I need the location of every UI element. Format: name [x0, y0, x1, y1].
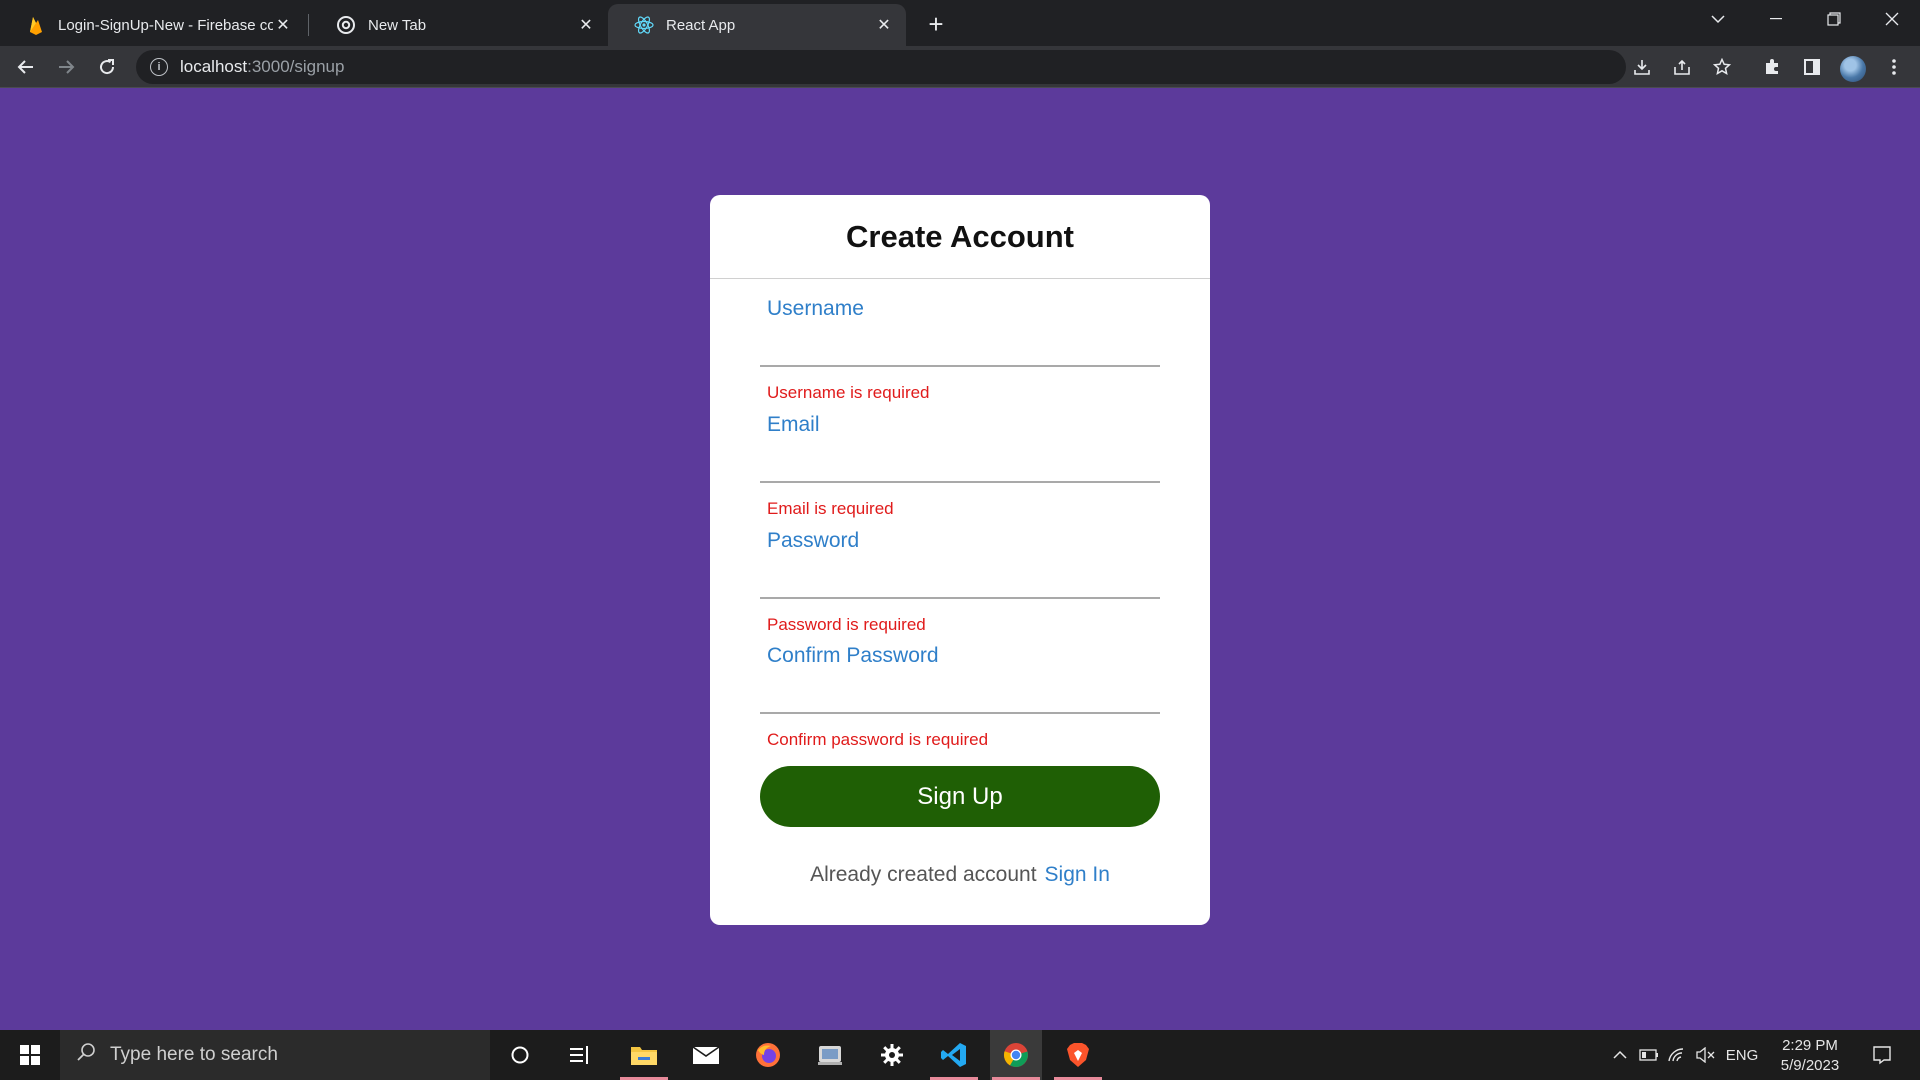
volume-muted-icon[interactable]	[1692, 1030, 1718, 1080]
battery-icon[interactable]	[1636, 1030, 1662, 1080]
search-icon	[76, 1042, 96, 1068]
action-center-icon[interactable]	[1862, 1030, 1902, 1080]
new-tab-button[interactable]: +	[920, 8, 952, 40]
taskbar-search-box[interactable]: Type here to search	[60, 1030, 490, 1080]
task-view-icon[interactable]	[554, 1030, 606, 1080]
already-account-text: Already created account	[810, 863, 1037, 886]
profile-avatar[interactable]	[1840, 56, 1866, 82]
close-tab-icon[interactable]: ✕	[576, 15, 596, 35]
tab-title: Login-SignUp-New - Firebase co	[58, 16, 273, 34]
search-placeholder: Type here to search	[110, 1044, 278, 1065]
tab-firebase[interactable]: Login-SignUp-New - Firebase co ✕	[0, 4, 305, 46]
username-input[interactable]	[760, 323, 1160, 367]
install-app-icon[interactable]	[1626, 51, 1658, 83]
language-indicator[interactable]: ENG	[1722, 1030, 1762, 1080]
brave-icon[interactable]	[1052, 1030, 1104, 1080]
windows-start-icon[interactable]	[0, 1030, 60, 1080]
password-label: Password	[767, 529, 860, 552]
cortana-icon[interactable]	[494, 1030, 546, 1080]
password-error: Password is required	[767, 615, 926, 634]
share-icon[interactable]	[1666, 51, 1698, 83]
username-label: Username	[767, 297, 864, 320]
more-menu-icon[interactable]	[1878, 51, 1910, 83]
side-panel-icon[interactable]	[1796, 51, 1828, 83]
signin-prompt: Already created account Sign In	[710, 863, 1210, 887]
clock-time: 2:29 PM	[1782, 1037, 1838, 1054]
show-hidden-icons-chevron-icon[interactable]	[1608, 1030, 1632, 1080]
tab-separator	[308, 14, 309, 36]
mail-icon[interactable]	[680, 1030, 732, 1080]
wifi-icon[interactable]	[1664, 1030, 1690, 1080]
close-tab-icon[interactable]: ✕	[273, 15, 293, 35]
email-error: Email is required	[767, 499, 894, 518]
url-path: :3000/signup	[247, 57, 345, 76]
extensions-puzzle-icon[interactable]	[1756, 51, 1788, 83]
page-title: Create Account	[710, 195, 1210, 279]
browser-tab-bar: Login-SignUp-New - Firebase co ✕ New Tab…	[0, 0, 1920, 46]
confirm-password-label: Confirm Password	[767, 644, 939, 667]
firebase-icon	[26, 15, 46, 35]
site-info-icon[interactable]: i	[150, 58, 168, 76]
tab-new-tab[interactable]: New Tab ✕	[310, 4, 608, 46]
vscode-icon[interactable]	[928, 1030, 980, 1080]
tab-search-dropdown-icon[interactable]	[1690, 0, 1746, 38]
settings-gear-icon[interactable]	[866, 1030, 918, 1080]
username-error: Username is required	[767, 383, 930, 402]
photos-app-icon[interactable]	[804, 1030, 856, 1080]
restore-icon[interactable]	[1806, 0, 1862, 38]
system-clock[interactable]: 2:29 PM 5/9/2023	[1765, 1036, 1855, 1076]
close-tab-icon[interactable]: ✕	[874, 15, 894, 35]
minimize-icon[interactable]	[1748, 0, 1804, 38]
password-input[interactable]	[760, 555, 1160, 599]
email-label: Email	[767, 413, 820, 436]
confirm-password-input[interactable]	[760, 670, 1160, 714]
sign-up-button[interactable]: Sign Up	[760, 766, 1160, 827]
address-bar[interactable]: i localhost:3000/signup	[136, 50, 1626, 84]
sign-in-link[interactable]: Sign In	[1045, 863, 1110, 886]
file-explorer-icon[interactable]	[618, 1030, 670, 1080]
url-host: localhost	[180, 57, 248, 76]
reload-icon[interactable]	[91, 51, 123, 83]
windows-taskbar: Type here to search ENG 2:29 PM 5/9/2023	[0, 1030, 1920, 1080]
firefox-icon[interactable]	[742, 1030, 794, 1080]
chrome-icon	[336, 15, 356, 35]
clock-date: 5/9/2023	[1780, 1057, 1840, 1074]
confirm-password-error: Confirm password is required	[767, 730, 989, 749]
bookmark-star-icon[interactable]	[1706, 51, 1738, 83]
browser-toolbar: i localhost:3000/signup	[0, 46, 1920, 88]
email-input[interactable]	[760, 439, 1160, 483]
signup-card: Create Account Username Username is requ…	[710, 195, 1210, 925]
close-window-icon[interactable]	[1864, 0, 1920, 38]
back-arrow-icon[interactable]	[10, 51, 42, 83]
tab-title: New Tab	[368, 16, 427, 34]
forward-arrow-icon[interactable]	[50, 51, 82, 83]
tab-title: React App	[666, 16, 736, 34]
react-icon	[634, 15, 654, 35]
chrome-taskbar-icon[interactable]	[990, 1030, 1042, 1080]
tab-react-app[interactable]: React App ✕	[608, 4, 906, 46]
